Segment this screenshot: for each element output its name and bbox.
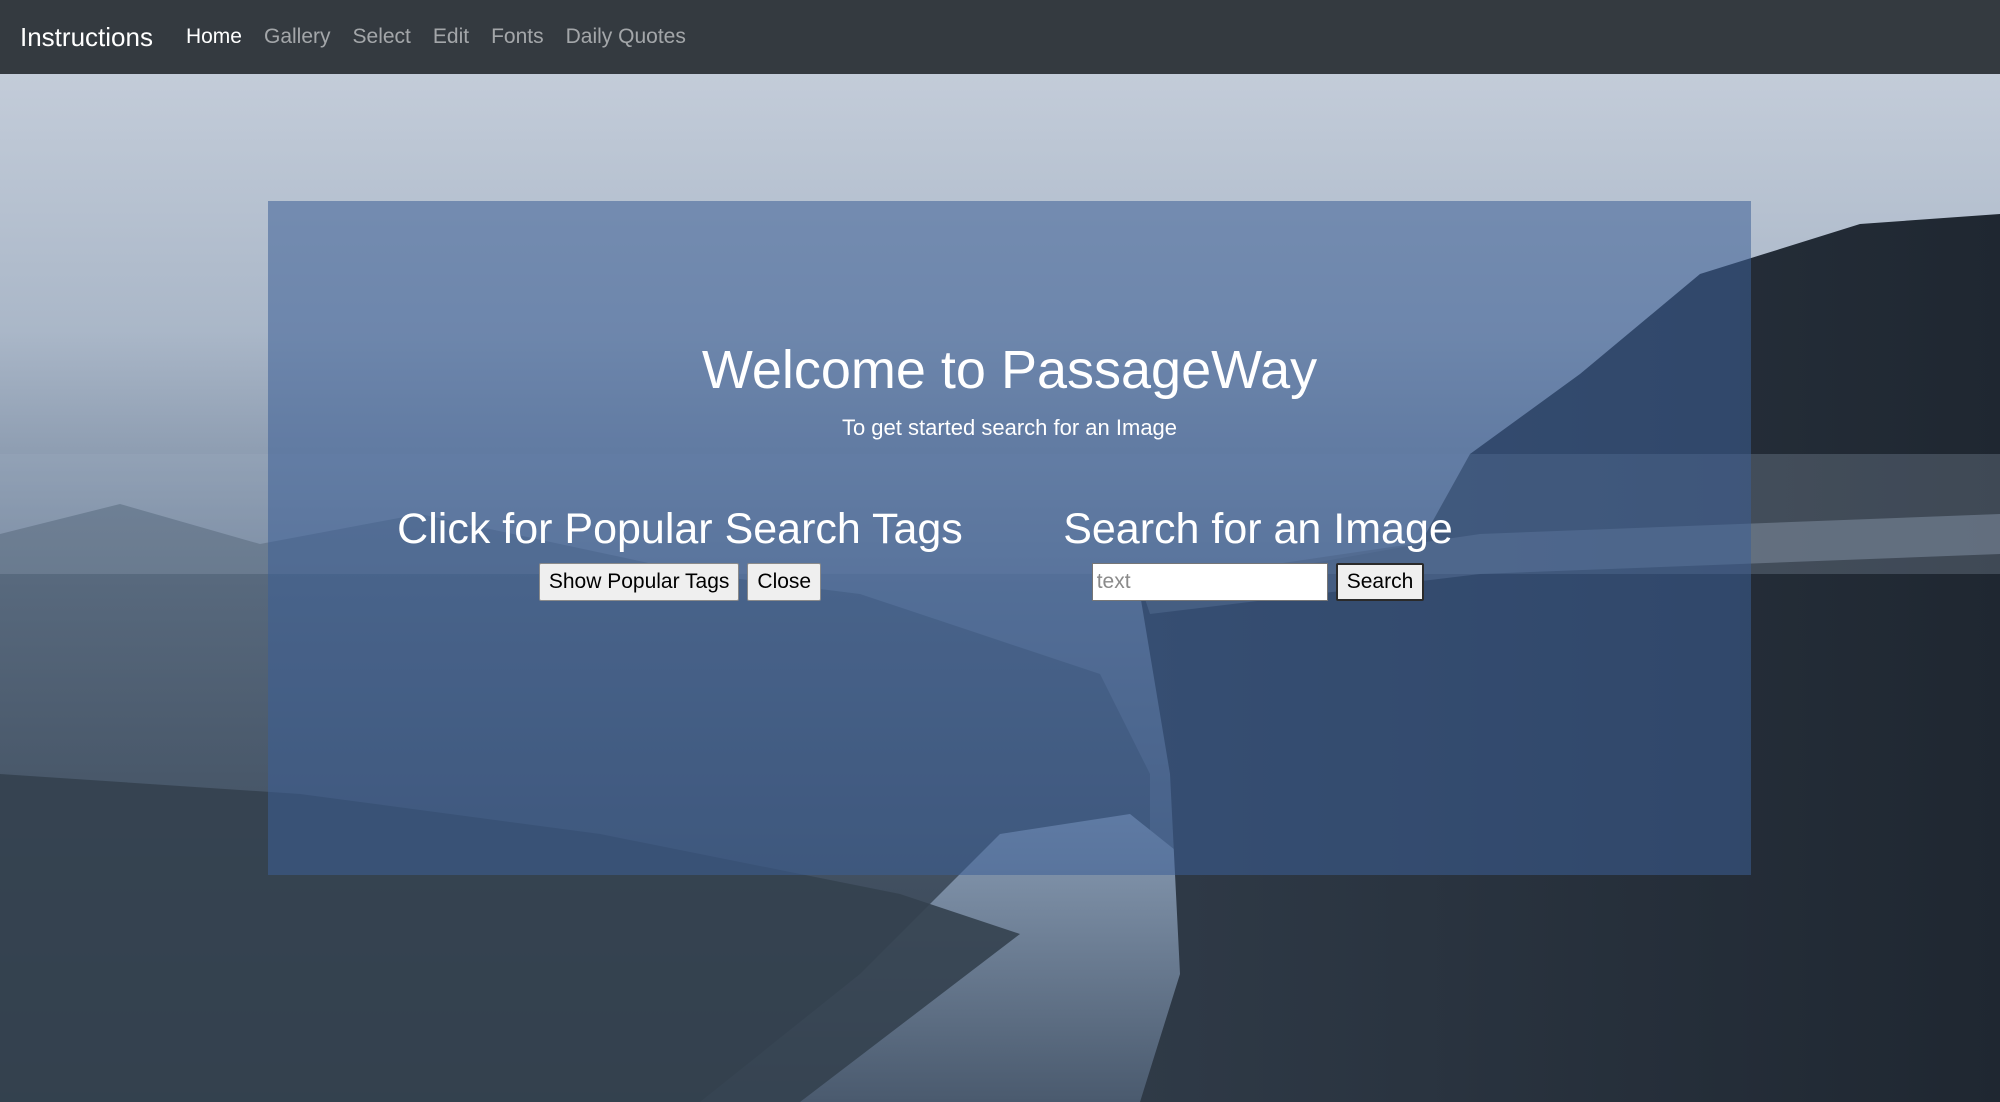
show-popular-tags-button[interactable]: Show Popular Tags: [538, 563, 740, 601]
popular-tags-controls: Show Popular Tags Close: [380, 563, 980, 601]
close-button[interactable]: Close: [747, 563, 822, 601]
nav-link-select[interactable]: Select: [353, 25, 411, 49]
popular-tags-heading: Click for Popular Search Tags: [397, 505, 963, 553]
popular-tags-section: Click for Popular Search Tags Show Popul…: [380, 503, 980, 601]
nav-link-daily-quotes[interactable]: Daily Quotes: [566, 25, 686, 49]
search-button[interactable]: Search: [1335, 563, 1425, 601]
nav-link-gallery[interactable]: Gallery: [264, 25, 331, 49]
nav-links: Home Gallery Select Edit Fonts Daily Quo…: [186, 25, 708, 49]
page-title: Welcome to PassageWay: [701, 340, 1318, 400]
image-search-controls: Search: [1058, 563, 1458, 601]
welcome-panel: Welcome to PassageWay To get started sea…: [268, 201, 1751, 875]
image-search-section: Search for an Image Search: [1058, 503, 1458, 601]
image-search-heading: Search for an Image: [1063, 505, 1453, 553]
navbar: Instructions Home Gallery Select Edit Fo…: [0, 0, 2000, 74]
nav-link-fonts[interactable]: Fonts: [491, 25, 544, 49]
nav-link-home[interactable]: Home: [186, 25, 242, 49]
page-subtitle: To get started search for an Image: [841, 415, 1178, 440]
search-input[interactable]: [1091, 563, 1328, 601]
nav-link-edit[interactable]: Edit: [433, 25, 469, 49]
brand-link[interactable]: Instructions: [20, 22, 153, 53]
